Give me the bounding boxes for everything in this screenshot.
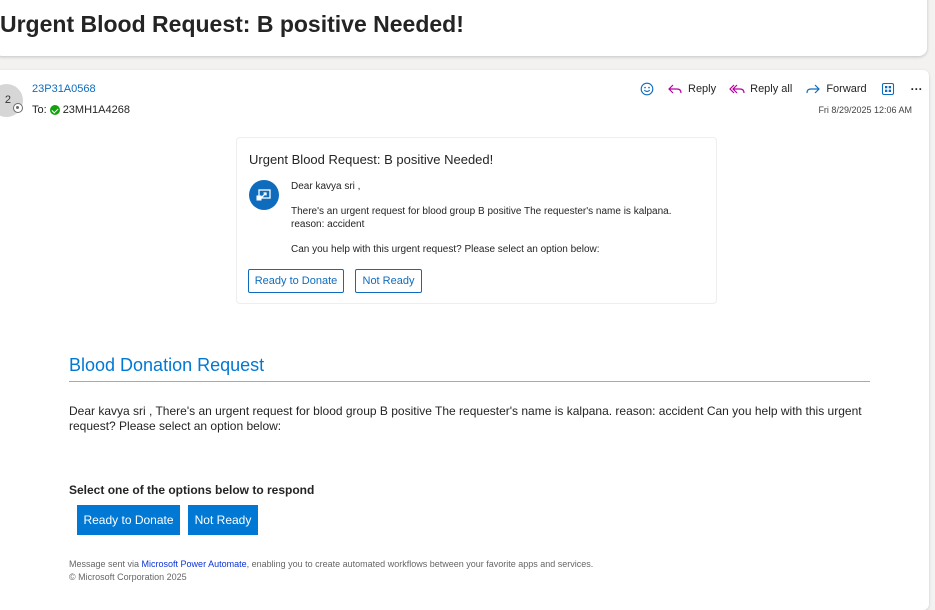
- reply-all-label: Reply all: [750, 83, 793, 95]
- card-request-line: There's an urgent request for blood grou…: [291, 206, 672, 217]
- power-automate-link[interactable]: Microsoft Power Automate: [142, 559, 247, 569]
- apps-icon: [881, 82, 894, 96]
- card-reason-line: reason: accident: [291, 219, 365, 230]
- presence-available-icon: [49, 105, 60, 115]
- footer-suffix: , enabling you to create automated workf…: [246, 559, 594, 569]
- forward-label: Forward: [826, 83, 867, 95]
- power-automate-icon: [249, 180, 279, 210]
- reply-button[interactable]: Reply: [667, 82, 716, 96]
- body-paragraph: Dear kavya sri , There's an urgent reque…: [69, 404, 862, 433]
- presence-offline-icon: [13, 103, 23, 113]
- not-ready-button[interactable]: Not Ready: [188, 505, 258, 535]
- card-ready-to-donate-button[interactable]: Ready to Donate: [248, 269, 344, 293]
- copyright: © Microsoft Corporation 2025: [69, 572, 187, 582]
- heading-divider: [69, 381, 870, 382]
- reply-icon: [668, 84, 682, 94]
- card-greeting: Dear kavya sri ,: [291, 181, 361, 192]
- emoji-reaction-button[interactable]: [640, 82, 654, 96]
- ready-to-donate-button[interactable]: Ready to Donate: [77, 505, 180, 535]
- adaptive-card: Urgent Blood Request: B positive Needed!…: [236, 137, 717, 304]
- message-timestamp: Fri 8/29/2025 12:06 AM: [818, 105, 912, 115]
- card-title: Urgent Blood Request: B positive Needed!: [249, 152, 494, 167]
- footer-note: Message sent via Microsoft Power Automat…: [69, 559, 593, 569]
- body-heading: Blood Donation Request: [69, 355, 265, 375]
- footer-prefix: Message sent via: [69, 559, 142, 569]
- recipient-row: To: 23MH1A4268: [32, 104, 130, 116]
- more-actions-button[interactable]: ···: [911, 82, 923, 96]
- message-actions: Reply Reply all Forward ···: [640, 80, 923, 98]
- recipient-name[interactable]: 23MH1A4268: [63, 104, 130, 116]
- reply-all-button[interactable]: Reply all: [729, 82, 792, 96]
- select-prompt: Select one of the options below to respo…: [69, 483, 315, 497]
- forward-icon: [806, 84, 821, 94]
- email-subject: Urgent Blood Request: B positive Needed!: [0, 11, 464, 37]
- forward-button[interactable]: Forward: [805, 82, 867, 96]
- subject-bar: Urgent Blood Request: B positive Needed!: [0, 0, 927, 56]
- to-label: To:: [32, 104, 47, 116]
- sender-name[interactable]: 23P31A0568: [32, 83, 96, 95]
- reply-label: Reply: [688, 83, 717, 95]
- apps-button[interactable]: [881, 82, 895, 96]
- card-question: Can you help with this urgent request? P…: [291, 244, 600, 255]
- reply-all-icon: [729, 84, 745, 94]
- smiley-icon: [640, 82, 654, 96]
- card-not-ready-button[interactable]: Not Ready: [355, 269, 422, 293]
